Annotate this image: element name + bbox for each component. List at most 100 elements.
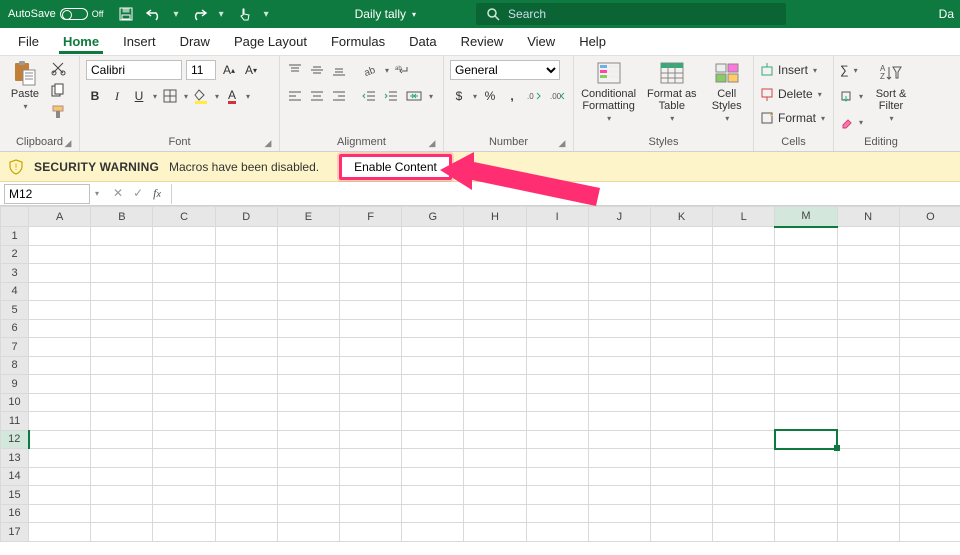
align-right-icon[interactable] xyxy=(330,86,348,106)
cell[interactable] xyxy=(650,264,712,283)
cell[interactable] xyxy=(650,301,712,320)
cell[interactable] xyxy=(91,319,153,338)
cell[interactable] xyxy=(153,338,215,357)
column-header[interactable]: F xyxy=(340,207,402,227)
account-area[interactable]: Da xyxy=(939,7,960,21)
cell[interactable] xyxy=(464,523,526,542)
cell[interactable] xyxy=(713,486,775,505)
cell[interactable] xyxy=(713,227,775,246)
cell[interactable] xyxy=(402,245,464,264)
cell[interactable] xyxy=(899,393,960,412)
cut-icon[interactable] xyxy=(50,60,66,76)
cell[interactable] xyxy=(153,393,215,412)
column-header[interactable]: N xyxy=(837,207,899,227)
document-title[interactable]: Daily tally ▾ xyxy=(355,7,416,21)
row-header[interactable]: 10 xyxy=(1,393,29,412)
undo-icon[interactable] xyxy=(146,6,162,22)
column-header[interactable]: H xyxy=(464,207,526,227)
select-all-corner[interactable] xyxy=(1,207,29,227)
cell[interactable] xyxy=(837,449,899,468)
cell[interactable] xyxy=(588,338,650,357)
cell[interactable] xyxy=(899,338,960,357)
cell[interactable] xyxy=(402,375,464,394)
touch-mode-icon[interactable] xyxy=(236,6,252,22)
cell[interactable] xyxy=(526,467,588,486)
cell[interactable] xyxy=(29,467,91,486)
row-header[interactable]: 5 xyxy=(1,301,29,320)
cell[interactable] xyxy=(215,301,277,320)
cell[interactable] xyxy=(153,264,215,283)
fill-color-icon[interactable] xyxy=(192,86,210,106)
cell[interactable] xyxy=(464,356,526,375)
cell[interactable] xyxy=(899,282,960,301)
autosum-icon[interactable]: ∑▾ xyxy=(840,60,858,80)
cell[interactable] xyxy=(402,301,464,320)
cell[interactable] xyxy=(775,338,837,357)
cell[interactable] xyxy=(526,356,588,375)
cell[interactable] xyxy=(464,393,526,412)
fill-icon[interactable]: ▾ xyxy=(840,86,863,106)
align-center-icon[interactable] xyxy=(308,86,326,106)
cell[interactable] xyxy=(526,301,588,320)
cell[interactable] xyxy=(153,301,215,320)
cell[interactable] xyxy=(340,486,402,505)
cell[interactable] xyxy=(588,301,650,320)
row-header[interactable]: 4 xyxy=(1,282,29,301)
cell[interactable] xyxy=(837,523,899,542)
tab-home[interactable]: Home xyxy=(51,28,111,56)
cell[interactable] xyxy=(650,412,712,431)
cell[interactable] xyxy=(588,449,650,468)
cell[interactable] xyxy=(526,227,588,246)
cell[interactable] xyxy=(588,430,650,449)
cell[interactable] xyxy=(402,486,464,505)
align-bottom-icon[interactable] xyxy=(330,60,348,80)
cell[interactable] xyxy=(650,467,712,486)
cell[interactable] xyxy=(837,412,899,431)
cell[interactable] xyxy=(899,319,960,338)
cell[interactable] xyxy=(91,264,153,283)
cell[interactable] xyxy=(588,227,650,246)
cell[interactable] xyxy=(215,412,277,431)
cell[interactable] xyxy=(588,412,650,431)
cell[interactable] xyxy=(277,282,339,301)
cell[interactable] xyxy=(402,264,464,283)
cell[interactable] xyxy=(526,264,588,283)
cell[interactable] xyxy=(215,467,277,486)
cell[interactable] xyxy=(899,504,960,523)
cell[interactable] xyxy=(340,430,402,449)
cell[interactable] xyxy=(277,430,339,449)
tab-view[interactable]: View xyxy=(515,28,567,56)
name-box[interactable] xyxy=(4,184,90,204)
decrease-font-icon[interactable]: A▾ xyxy=(242,60,260,80)
format-as-table-button[interactable]: Format as Table▾ xyxy=(643,60,700,123)
cell[interactable] xyxy=(91,393,153,412)
cell[interactable] xyxy=(775,393,837,412)
cell[interactable] xyxy=(899,356,960,375)
cell[interactable] xyxy=(91,430,153,449)
cell[interactable] xyxy=(277,227,339,246)
borders-icon[interactable] xyxy=(161,86,179,106)
cell[interactable] xyxy=(215,523,277,542)
cell[interactable] xyxy=(837,486,899,505)
cell[interactable] xyxy=(402,319,464,338)
cell[interactable] xyxy=(402,227,464,246)
cell[interactable] xyxy=(29,282,91,301)
cell[interactable] xyxy=(588,245,650,264)
underline-button[interactable]: U xyxy=(130,86,148,106)
cell[interactable] xyxy=(837,467,899,486)
row-header[interactable]: 14 xyxy=(1,467,29,486)
row-header[interactable]: 15 xyxy=(1,486,29,505)
cell[interactable] xyxy=(713,393,775,412)
cell[interactable] xyxy=(464,375,526,394)
cell[interactable] xyxy=(153,319,215,338)
cell[interactable] xyxy=(153,523,215,542)
row-header[interactable]: 12 xyxy=(1,430,29,449)
cell[interactable] xyxy=(91,467,153,486)
cell[interactable] xyxy=(775,486,837,505)
formula-input[interactable] xyxy=(171,184,960,204)
cell[interactable] xyxy=(215,393,277,412)
italic-button[interactable]: I xyxy=(108,86,126,106)
cell[interactable] xyxy=(837,301,899,320)
cell[interactable] xyxy=(402,430,464,449)
cell[interactable] xyxy=(277,449,339,468)
